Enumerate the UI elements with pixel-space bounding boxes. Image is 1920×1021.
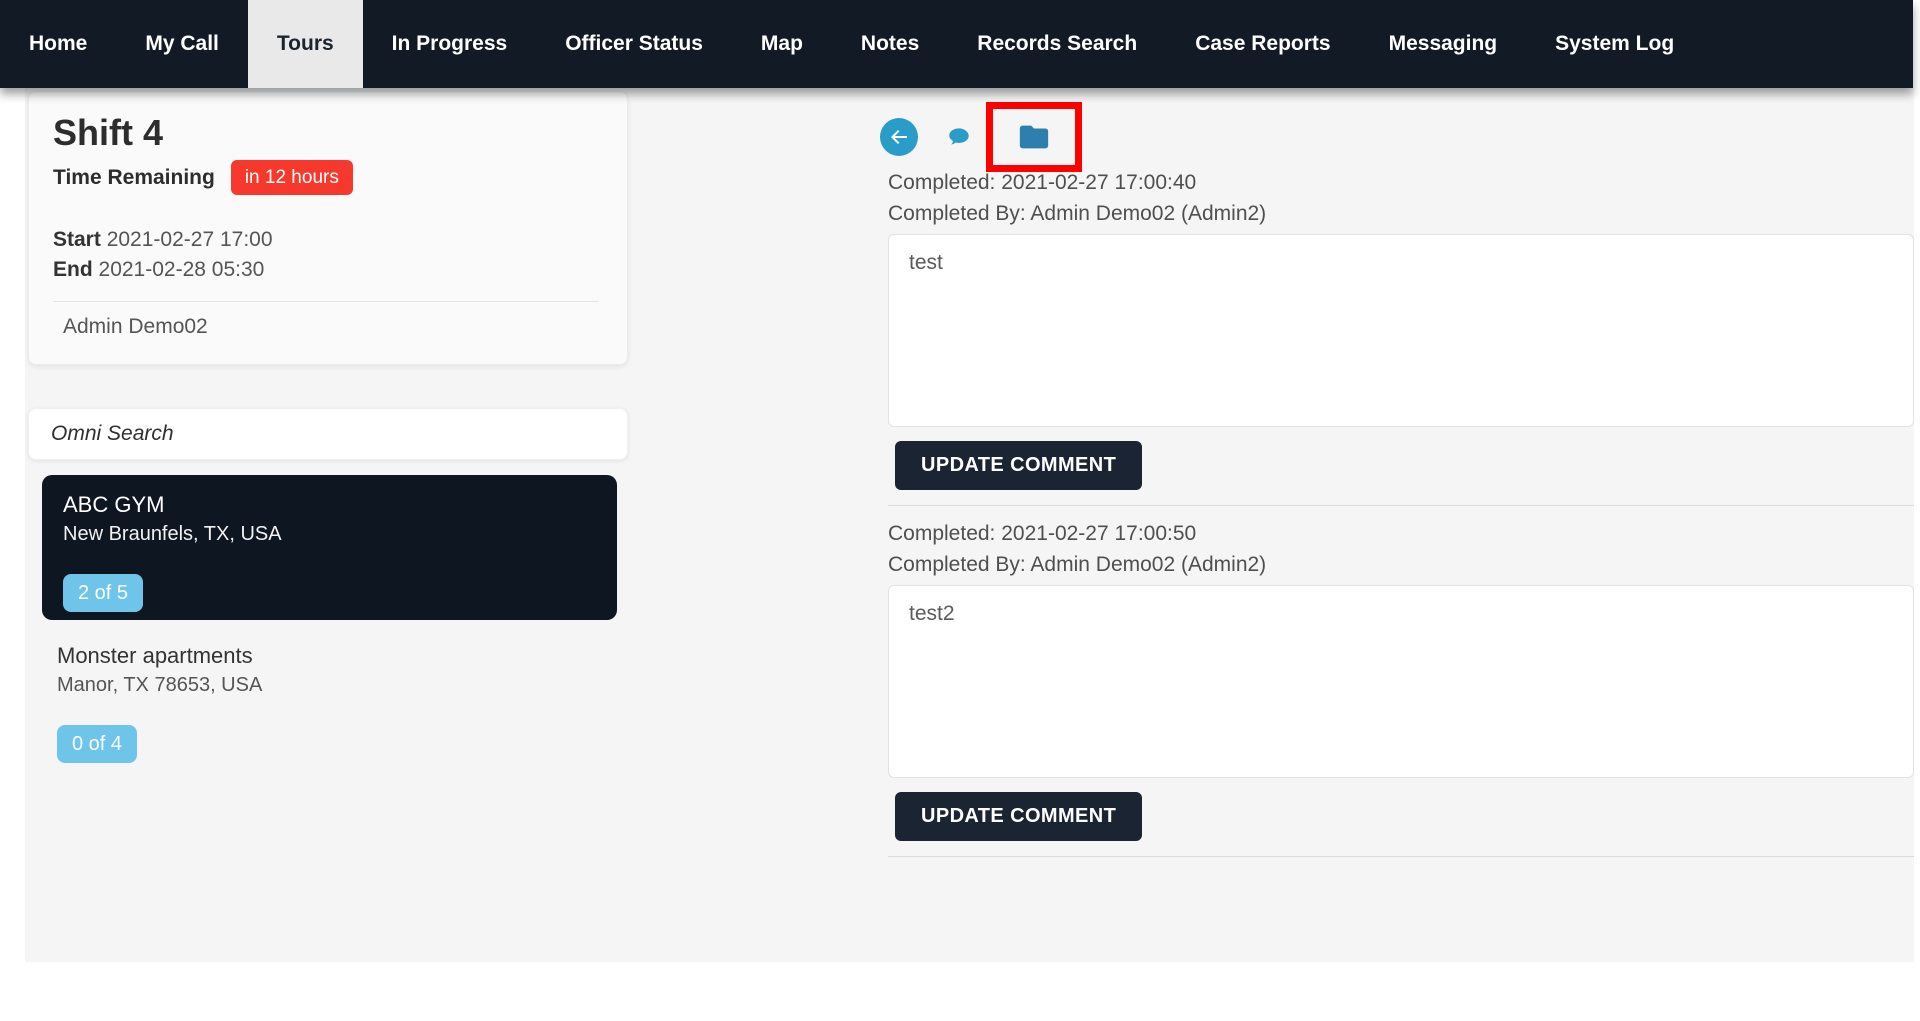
completed-by-line: Completed By: Admin Demo02 (Admin2) [888,203,1914,225]
completed-line: Completed: 2021-02-27 17:00:50 [888,523,1914,545]
shift-end-line: End 2021-02-28 05:30 [53,255,603,285]
completed-by-label: Completed By: [888,553,1026,577]
start-label: Start [53,228,101,251]
back-button[interactable] [880,118,918,156]
time-remaining-row: Time Remaining in 12 hours [53,160,603,195]
update-comment-button[interactable]: UPDATE COMMENT [895,441,1143,491]
nav-item-notes[interactable]: Notes [832,0,948,88]
completed-line: Completed: 2021-02-27 17:00:40 [888,171,1914,194]
nav-item-home[interactable]: Home [0,0,116,88]
end-value: 2021-02-28 05:30 [98,258,265,282]
completed-by-value: Admin Demo02 (Admin2) [1030,202,1267,226]
update-comment-button[interactable]: UPDATE COMMENT [895,792,1143,842]
back-arrow-icon [887,125,911,149]
completed-label: Completed: [888,171,996,194]
shift-card: Shift 4 Time Remaining in 12 hours Start… [28,91,628,365]
time-remaining-label: Time Remaining [53,165,215,189]
nav-item-case-reports[interactable]: Case Reports [1166,0,1359,88]
nav-item-system-log[interactable]: System Log [1526,0,1703,88]
comment-divider [888,505,1914,507]
completed-by-value: Admin Demo02 (Admin2) [1030,553,1267,577]
completed-by-label: Completed By: [888,202,1026,226]
shift-start-line: Start 2021-02-27 17:00 [53,225,603,255]
tour-list-item-abc-gym[interactable]: ABC GYM New Braunfels, TX, USA 2 of 5 [42,475,617,620]
comment-block: Completed: 2021-02-27 17:00:40 Completed… [888,171,1914,507]
tour-progress-badge: 0 of 4 [57,725,138,763]
nav-item-records-search[interactable]: Records Search [948,0,1166,88]
tour-name: Monster apartments [57,643,253,668]
tour-detail-toolbar [880,98,1082,176]
comment-textarea[interactable]: test [888,234,1914,428]
tour-progress-badge: 2 of 5 [63,574,144,612]
nav-item-my-call[interactable]: My Call [116,0,248,88]
nav-item-messaging[interactable]: Messaging [1360,0,1527,88]
tour-list-item-monster-apartments[interactable]: Monster apartments Manor, TX 78653, USA … [57,643,262,763]
assigned-officer: Admin Demo02 [63,314,208,338]
comment-icon[interactable] [946,124,972,150]
tour-location: New Braunfels, TX, USA [63,523,282,545]
completed-by-line: Completed By: Admin Demo02 (Admin2) [888,554,1914,576]
comments-panel: Completed: 2021-02-27 17:00:40 Completed… [888,171,1914,874]
completed-label: Completed: [888,522,996,546]
nav-item-map[interactable]: Map [732,0,832,88]
content-area: Shift 4 Time Remaining in 12 hours Start… [25,88,1914,962]
highlight-box [986,102,1082,172]
nav-item-in-progress[interactable]: In Progress [363,0,537,88]
tour-location: Manor, TX 78653, USA [57,674,263,696]
comment-textarea[interactable]: test2 [888,585,1914,779]
start-value: 2021-02-27 17:00 [106,228,273,251]
shift-times: Start 2021-02-27 17:00 End 2021-02-28 05… [53,225,603,286]
end-label: End [53,258,93,282]
tour-name: ABC GYM [63,492,165,517]
top-navbar: Home My Call Tours In Progress Officer S… [0,0,1913,88]
nav-item-officer-status[interactable]: Officer Status [536,0,732,88]
completed-time: 2021-02-27 17:00:50 [1001,522,1197,546]
shift-card-divider [53,300,599,302]
folder-icon[interactable] [1017,120,1051,154]
comment-block: Completed: 2021-02-27 17:00:50 Completed… [888,523,1914,858]
shift-title: Shift 4 [53,112,164,153]
completed-time: 2021-02-27 17:00:40 [1001,171,1197,194]
comment-divider [888,856,1914,858]
omni-search-input[interactable] [28,408,628,460]
time-remaining-badge: in 12 hours [230,160,353,195]
nav-item-tours[interactable]: Tours [247,0,363,88]
